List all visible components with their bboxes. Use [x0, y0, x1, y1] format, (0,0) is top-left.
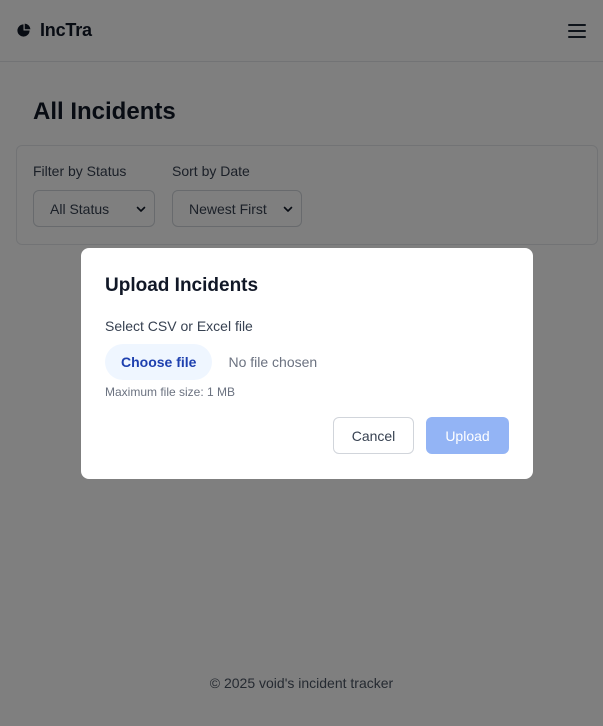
file-input: Choose file No file chosen [105, 344, 317, 380]
modal-title: Upload Incidents [105, 275, 259, 296]
upload-modal: Upload Incidents Select CSV or Excel fil… [81, 248, 533, 479]
page: IncTra All Incidents Filter by Status Al… [0, 0, 603, 726]
file-size-hint: Maximum file size: 1 MB [105, 385, 236, 399]
cancel-button[interactable]: Cancel [333, 417, 414, 454]
upload-button[interactable]: Upload [426, 417, 509, 454]
file-status-text: No file chosen [228, 354, 318, 370]
file-field-label: Select CSV or Excel file [105, 318, 253, 334]
choose-file-button[interactable]: Choose file [105, 344, 213, 380]
